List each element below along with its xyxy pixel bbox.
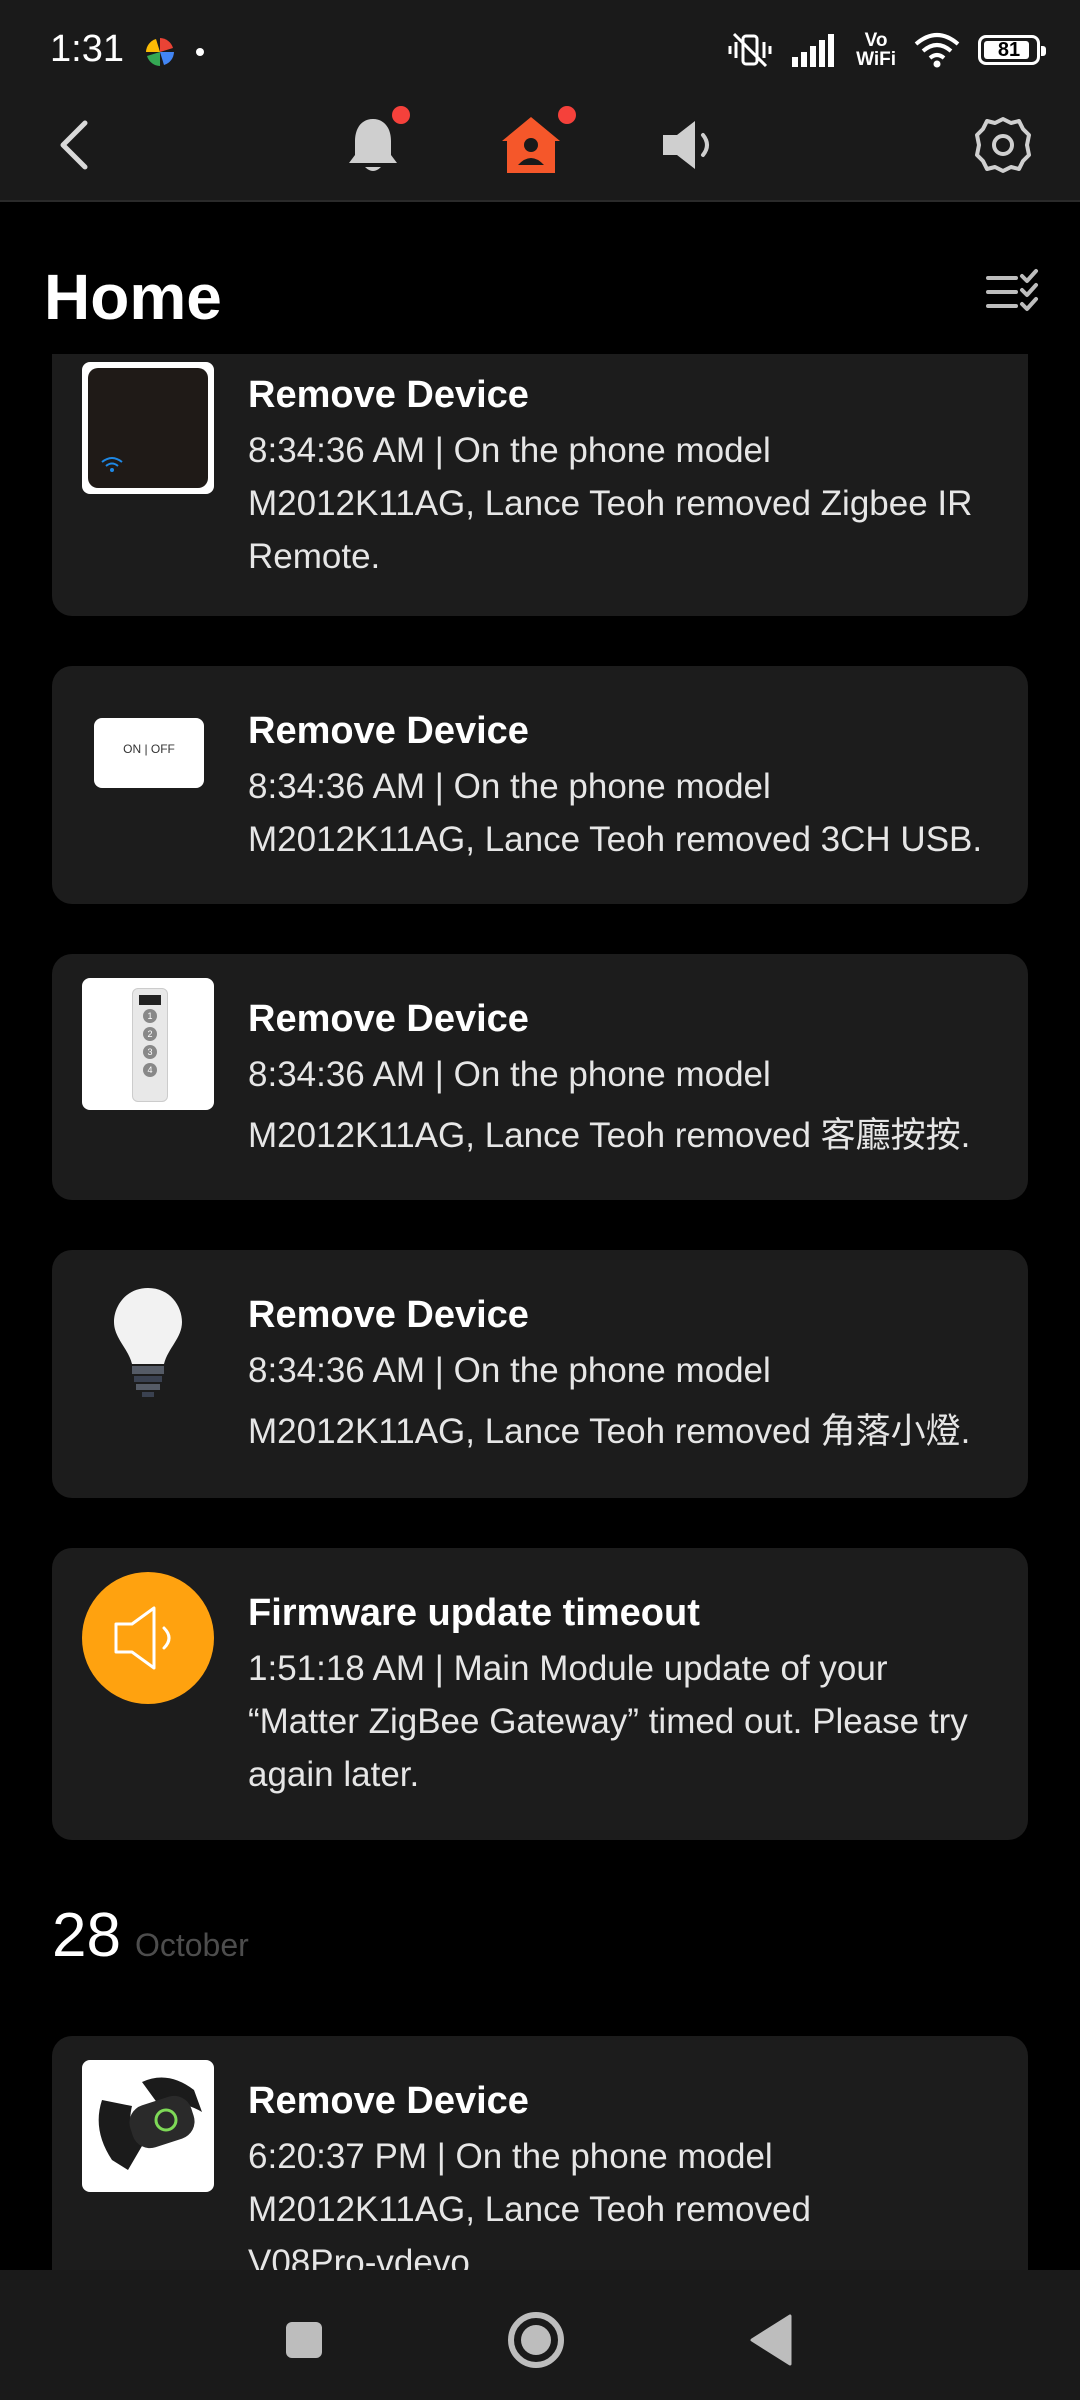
item-title: Remove Device [248,1294,529,1336]
speaker-circle-icon [82,1572,214,1704]
item-title: Remove Device [248,374,529,416]
select-list-icon[interactable] [982,264,1042,324]
vowifi-bottom-label: WiFi [856,49,896,70]
item-line: V08Pro-vdevo [248,2243,470,2270]
smart-band-icon [82,2060,214,2192]
list-item[interactable]: ON | OFF Remove Device 8:34:36 AM | On t… [52,666,1028,904]
ir-remote-thumbnail [82,362,214,494]
home-alert-icon [502,117,560,173]
item-body: 8:34:36 AM | On the phone model M2012K11… [248,1344,1008,1458]
item-line: 8:34:36 AM | On the phone model [248,1351,771,1390]
item-body: 8:34:36 AM | On the phone model M2012K11… [248,760,1008,866]
speaker-icon [663,121,709,169]
page-title: Home [44,261,222,333]
date-day: 28 [52,1901,121,1970]
back-button[interactable] [30,100,120,190]
top-toolbar [0,90,1080,202]
status-time: 1:31 [50,28,124,70]
home-circle-icon [508,2312,564,2368]
home-badge [558,106,576,124]
list-item[interactable]: Firmware update timeout 1:51:18 AM | Mai… [52,1548,1028,1840]
back-icon [60,120,88,170]
mute-vibrate-icon [728,32,772,68]
vowifi-indicator: Vo WiFi [856,31,896,69]
item-line: 8:34:36 AM | On the phone model [248,767,771,806]
pinwheel-icon [146,38,174,66]
home-messages-button[interactable] [486,100,576,190]
item-title: Remove Device [248,710,529,752]
item-body: 6:20:37 PM | On the phone model M2012K11… [248,2130,1008,2270]
switch-label: ON | OFF [123,742,175,756]
item-line: M2012K11AG, Lance Teoh removed 客廳按按. [248,1116,971,1155]
item-title: Firmware update timeout [248,1592,700,1634]
status-icons: Vo WiFi 81 [726,26,1046,74]
system-nav-bar [0,2270,1080,2400]
list-item[interactable]: Remove Device 6:20:37 PM | On the phone … [52,2036,1028,2270]
battery-level: 81 [997,38,1021,61]
recents-button[interactable] [264,2300,344,2380]
light-bulb-icon [114,1288,182,1397]
item-line: 8:34:36 AM | On the phone model [248,431,771,470]
item-line: “Matter ZigBee Gateway” timed out. Pleas… [248,1702,968,1741]
recents-icon [286,2322,322,2358]
item-line: M2012K11AG, Lance Teoh removed [248,2190,811,2229]
item-line: again later. [248,1755,420,1794]
battery-icon: 81 [978,35,1046,65]
home-nav-button[interactable] [496,2300,576,2380]
remote-screen [139,995,161,1005]
list-item[interactable]: Remove Device 8:34:36 AM | On the phone … [52,1250,1028,1498]
signal-icon [792,34,835,67]
item-line: M2012K11AG, Lance Teoh removed Zigbee IR [248,484,973,523]
switch-panel-thumbnail: ON | OFF [94,718,204,788]
item-line: 6:20:37 PM | On the phone model [248,2137,773,2176]
vowifi-top-label: Vo [864,30,888,51]
page-header: Home [0,202,1080,354]
item-line: 1:51:18 AM | Main Module update of your [248,1649,888,1688]
notification-dot [196,48,204,56]
bell-icon [349,119,397,171]
item-body: 8:34:36 AM | On the phone model M2012K11… [248,424,1008,583]
message-list[interactable]: Remove Device 8:34:36 AM | On the phone … [0,354,1080,2270]
sound-button[interactable] [646,100,736,190]
item-line: M2012K11AG, Lance Teoh removed 角落小燈. [248,1412,971,1451]
item-title: Remove Device [248,2080,529,2122]
bell-badge [392,106,410,124]
item-body: 8:34:36 AM | On the phone model M2012K11… [248,1048,1008,1162]
item-line: M2012K11AG, Lance Teoh removed 3CH USB. [248,820,983,859]
remote-key: 1 [143,1009,157,1023]
scene-remote-body: 1 2 3 4 [132,988,168,1102]
notifications-button[interactable] [328,100,418,190]
remote-key: 3 [143,1045,157,1059]
wifi-small-icon [101,457,123,472]
item-title: Remove Device [248,998,529,1040]
list-item[interactable]: 1 2 3 4 Remove Device 8:34:36 AM | On th… [52,954,1028,1200]
scene-remote-thumbnail: 1 2 3 4 [82,978,214,1110]
item-body: 1:51:18 AM | Main Module update of your … [248,1642,1008,1801]
remote-key: 4 [143,1063,157,1077]
back-nav-button[interactable] [730,2300,810,2380]
date-group-header: 28 October [52,1900,249,1971]
status-bar: 1:31 Vo WiFi 81 [0,0,1080,90]
settings-button[interactable] [958,100,1048,190]
item-line: 8:34:36 AM | On the phone model [248,1055,771,1094]
wifi-icon [914,33,960,68]
gear-icon [975,117,1031,173]
item-line: Remote. [248,537,381,576]
date-month: October [134,1927,249,1963]
remote-key: 2 [143,1027,157,1041]
back-triangle-icon [750,2314,792,2366]
list-item[interactable]: Remove Device 8:34:36 AM | On the phone … [52,354,1028,616]
